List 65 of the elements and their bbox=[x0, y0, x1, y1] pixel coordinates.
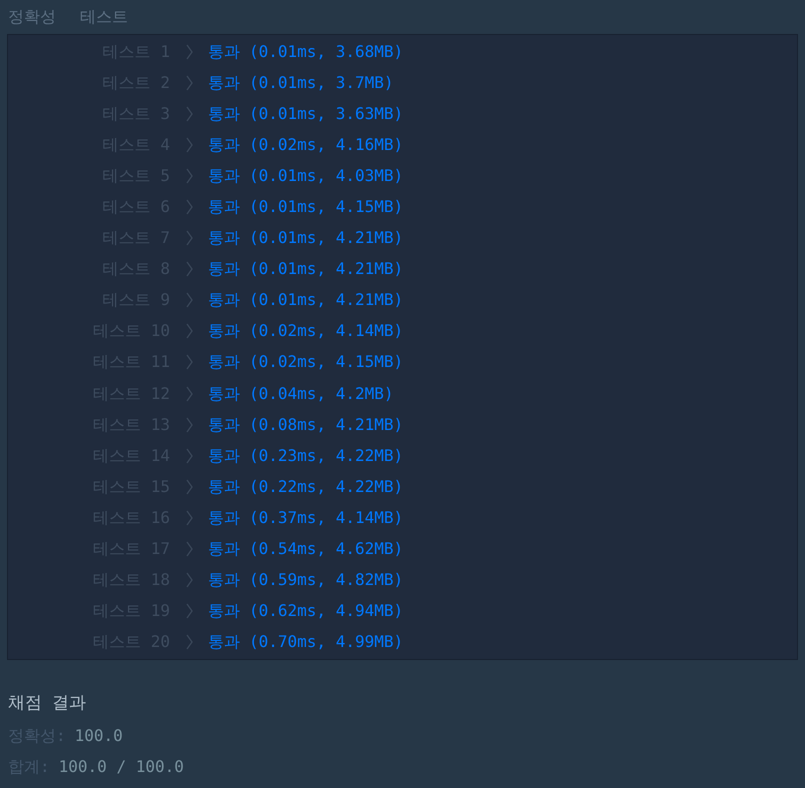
test-detail: (0.22ms, 4.22MB) bbox=[249, 476, 404, 498]
test-detail: (0.01ms, 3.63MB) bbox=[249, 102, 404, 125]
result-title: 채점 결과 bbox=[8, 692, 88, 716]
test-status: 통과 bbox=[208, 476, 240, 498]
chevron-right-icon bbox=[186, 510, 192, 526]
test-status: 통과 bbox=[208, 164, 240, 187]
test-status: 통과 bbox=[208, 538, 240, 560]
chevron-right-icon bbox=[186, 74, 192, 91]
test-status: 통과 bbox=[208, 414, 240, 436]
test-status: 통과 bbox=[208, 196, 240, 218]
test-detail: (0.37ms, 4.14MB) bbox=[249, 506, 404, 529]
test-status: 통과 bbox=[208, 72, 240, 94]
test-detail: (0.23ms, 4.22MB) bbox=[249, 444, 404, 467]
test-detail: (0.01ms, 4.21MB) bbox=[249, 227, 404, 250]
test-status: 통과 bbox=[208, 569, 240, 592]
chevron-right-icon bbox=[186, 386, 192, 402]
test-detail: (0.01ms, 4.21MB) bbox=[249, 258, 404, 280]
chevron-right-icon bbox=[186, 106, 192, 122]
chevron-right-icon bbox=[186, 416, 192, 433]
test-detail: (0.01ms, 3.68MB) bbox=[249, 40, 404, 63]
test-detail: (0.01ms, 4.15MB) bbox=[249, 196, 404, 218]
test-status: 통과 bbox=[208, 40, 240, 63]
test-detail: (0.01ms, 3.7MB) bbox=[249, 72, 394, 94]
test-status: 통과 bbox=[208, 102, 240, 125]
chevron-right-icon bbox=[186, 354, 192, 370]
chevron-right-icon bbox=[186, 230, 192, 246]
chevron-right-icon bbox=[186, 603, 192, 620]
section-label: 정확성 bbox=[8, 6, 56, 28]
result-value: 100.0 / 100.0 bbox=[58, 756, 184, 778]
test-detail: (0.04ms, 4.2MB) bbox=[249, 382, 394, 405]
chevron-right-icon bbox=[186, 261, 192, 278]
section-title: 테스트 bbox=[80, 6, 128, 28]
test-detail: (0.70ms, 4.99MB) bbox=[249, 631, 404, 654]
test-status: 통과 bbox=[208, 600, 240, 622]
test-detail: (0.02ms, 4.16MB) bbox=[249, 134, 404, 156]
test-detail: (0.62ms, 4.94MB) bbox=[249, 600, 404, 622]
chevron-right-icon bbox=[186, 199, 192, 216]
chevron-right-icon bbox=[186, 323, 192, 340]
test-status: 통과 bbox=[208, 382, 240, 405]
chevron-right-icon bbox=[186, 44, 192, 60]
chevron-right-icon bbox=[186, 448, 192, 464]
test-status: 통과 bbox=[208, 631, 240, 654]
test-status: 통과 bbox=[208, 227, 240, 250]
test-detail: (0.08ms, 4.21MB) bbox=[249, 414, 404, 436]
test-status: 통과 bbox=[208, 258, 240, 280]
chevron-right-icon bbox=[186, 541, 192, 558]
test-detail: (0.01ms, 4.21MB) bbox=[249, 289, 404, 312]
chevron-right-icon bbox=[186, 572, 192, 588]
test-status: 통과 bbox=[208, 134, 240, 156]
chevron-right-icon bbox=[186, 478, 192, 495]
chevron-right-icon bbox=[186, 168, 192, 184]
chevron-right-icon bbox=[186, 136, 192, 153]
test-detail: (0.01ms, 4.03MB) bbox=[249, 164, 404, 187]
chevron-right-icon bbox=[186, 292, 192, 308]
test-detail: (0.59ms, 4.82MB) bbox=[249, 569, 404, 592]
result-value: 100.0 bbox=[74, 724, 123, 746]
test-status: 통과 bbox=[208, 444, 240, 467]
test-status: 통과 bbox=[208, 320, 240, 342]
test-detail: (0.02ms, 4.14MB) bbox=[249, 320, 404, 342]
test-detail: (0.02ms, 4.15MB) bbox=[249, 351, 404, 374]
test-status: 통과 bbox=[208, 289, 240, 312]
test-detail: (0.54ms, 4.62MB) bbox=[249, 538, 404, 560]
test-status: 통과 bbox=[208, 506, 240, 529]
chevron-right-icon bbox=[186, 634, 192, 650]
test-status: 통과 bbox=[208, 351, 240, 374]
